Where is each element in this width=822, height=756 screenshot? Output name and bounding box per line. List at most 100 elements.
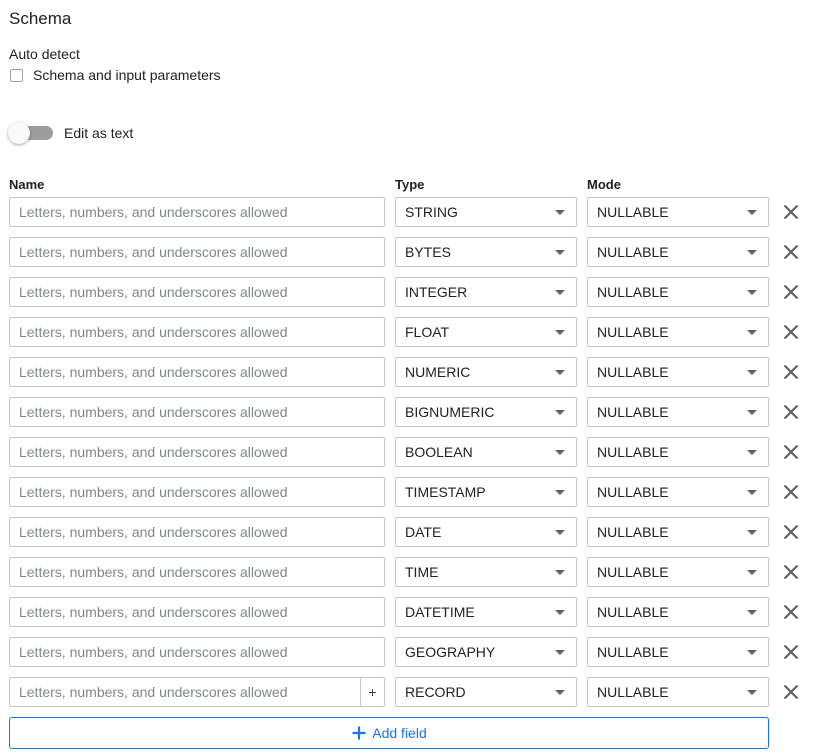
field-row: STRING NULLABLE — [9, 197, 814, 227]
caret-down-icon — [555, 689, 565, 695]
field-type-select[interactable]: FLOAT — [395, 317, 577, 347]
close-icon[interactable] — [781, 682, 801, 702]
caret-down-icon — [555, 529, 565, 535]
auto-detect-checkbox-label[interactable]: Schema and input parameters — [33, 67, 221, 83]
field-type-select[interactable]: DATE — [395, 517, 577, 547]
caret-down-icon — [555, 329, 565, 335]
field-row: + RECORD NULLABLE — [9, 677, 814, 707]
field-rows: STRING NULLABLE BYTES NULLABLE INTEGER NULLAB… — [9, 197, 814, 717]
caret-down-icon — [747, 489, 757, 495]
caret-down-icon — [747, 569, 757, 575]
caret-down-icon — [747, 529, 757, 535]
caret-down-icon — [747, 409, 757, 415]
field-row: FLOAT NULLABLE — [9, 317, 814, 347]
edit-as-text-row[interactable]: Edit as text — [8, 122, 133, 144]
close-icon[interactable] — [781, 642, 801, 662]
field-mode-select[interactable]: NULLABLE — [587, 677, 769, 707]
field-name-input[interactable] — [9, 237, 385, 267]
close-icon[interactable] — [781, 402, 801, 422]
field-name-input[interactable] — [9, 437, 385, 467]
caret-down-icon — [555, 369, 565, 375]
field-type-select[interactable]: NUMERIC — [395, 357, 577, 387]
field-name-input[interactable] — [9, 597, 385, 627]
caret-down-icon — [555, 649, 565, 655]
close-icon[interactable] — [781, 322, 801, 342]
toggle-thumb — [8, 122, 30, 144]
field-type-select[interactable]: BOOLEAN — [395, 437, 577, 467]
field-name-input[interactable] — [9, 197, 385, 227]
caret-down-icon — [747, 209, 757, 215]
field-name-input[interactable] — [9, 517, 385, 547]
field-mode-select[interactable]: NULLABLE — [587, 397, 769, 427]
field-type-value: INTEGER — [405, 284, 468, 300]
field-type-select[interactable]: RECORD — [395, 677, 577, 707]
field-mode-select[interactable]: NULLABLE — [587, 477, 769, 507]
caret-down-icon — [555, 569, 565, 575]
edit-as-text-label[interactable]: Edit as text — [64, 125, 133, 141]
section-title: Schema — [9, 9, 72, 28]
field-mode-select[interactable]: NULLABLE — [587, 517, 769, 547]
field-name-input[interactable] — [9, 637, 385, 667]
caret-down-icon — [747, 289, 757, 295]
field-name-input[interactable] — [9, 357, 385, 387]
add-field-button[interactable]: Add field — [9, 717, 769, 749]
plus-icon — [352, 726, 366, 740]
field-mode-value: NULLABLE — [597, 244, 669, 260]
field-type-select[interactable]: DATETIME — [395, 597, 577, 627]
column-header-type: Type — [395, 177, 425, 192]
column-header-mode: Mode — [587, 177, 621, 192]
field-row: GEOGRAPHY NULLABLE — [9, 637, 814, 667]
field-row: BOOLEAN NULLABLE — [9, 437, 814, 467]
field-mode-value: NULLABLE — [597, 524, 669, 540]
field-mode-select[interactable]: NULLABLE — [587, 357, 769, 387]
add-nested-field-button[interactable]: + — [360, 677, 385, 707]
caret-down-icon — [555, 489, 565, 495]
field-mode-select[interactable]: NULLABLE — [587, 437, 769, 467]
field-mode-select[interactable]: NULLABLE — [587, 317, 769, 347]
auto-detect-checkbox[interactable] — [10, 68, 23, 82]
field-type-select[interactable]: BYTES — [395, 237, 577, 267]
close-icon[interactable] — [781, 362, 801, 382]
field-type-select[interactable]: GEOGRAPHY — [395, 637, 577, 667]
column-header-name: Name — [9, 177, 45, 192]
field-type-select[interactable]: BIGNUMERIC — [395, 397, 577, 427]
field-type-value: TIMESTAMP — [405, 484, 486, 500]
field-type-value: RECORD — [405, 684, 466, 700]
field-mode-select[interactable]: NULLABLE — [587, 597, 769, 627]
close-icon[interactable] — [781, 282, 801, 302]
field-type-select[interactable]: INTEGER — [395, 277, 577, 307]
field-mode-value: NULLABLE — [597, 644, 669, 660]
field-name-input[interactable] — [9, 477, 385, 507]
field-mode-select[interactable]: NULLABLE — [587, 237, 769, 267]
field-type-select[interactable]: STRING — [395, 197, 577, 227]
caret-down-icon — [747, 449, 757, 455]
edit-as-text-toggle[interactable] — [8, 122, 54, 144]
field-name-input[interactable] — [9, 397, 385, 427]
field-row: DATETIME NULLABLE — [9, 597, 814, 627]
caret-down-icon — [555, 609, 565, 615]
field-type-value: BOOLEAN — [405, 444, 473, 460]
field-name-input[interactable] — [9, 557, 385, 587]
field-mode-value: NULLABLE — [597, 404, 669, 420]
field-type-select[interactable]: TIMESTAMP — [395, 477, 577, 507]
auto-detect-checkbox-row[interactable]: Schema and input parameters — [9, 66, 221, 84]
field-mode-select[interactable]: NULLABLE — [587, 277, 769, 307]
caret-down-icon — [747, 329, 757, 335]
close-icon[interactable] — [781, 482, 801, 502]
field-name-input[interactable] — [9, 277, 385, 307]
field-mode-select[interactable]: NULLABLE — [587, 557, 769, 587]
field-mode-select[interactable]: NULLABLE — [587, 197, 769, 227]
field-mode-select[interactable]: NULLABLE — [587, 637, 769, 667]
close-icon[interactable] — [781, 242, 801, 262]
field-type-value: STRING — [405, 204, 458, 220]
field-type-select[interactable]: TIME — [395, 557, 577, 587]
field-name-input[interactable] — [9, 677, 361, 707]
caret-down-icon — [555, 409, 565, 415]
close-icon[interactable] — [781, 602, 801, 622]
close-icon[interactable] — [781, 442, 801, 462]
close-icon[interactable] — [781, 522, 801, 542]
close-icon[interactable] — [781, 202, 801, 222]
caret-down-icon — [555, 449, 565, 455]
close-icon[interactable] — [781, 562, 801, 582]
field-name-input[interactable] — [9, 317, 385, 347]
